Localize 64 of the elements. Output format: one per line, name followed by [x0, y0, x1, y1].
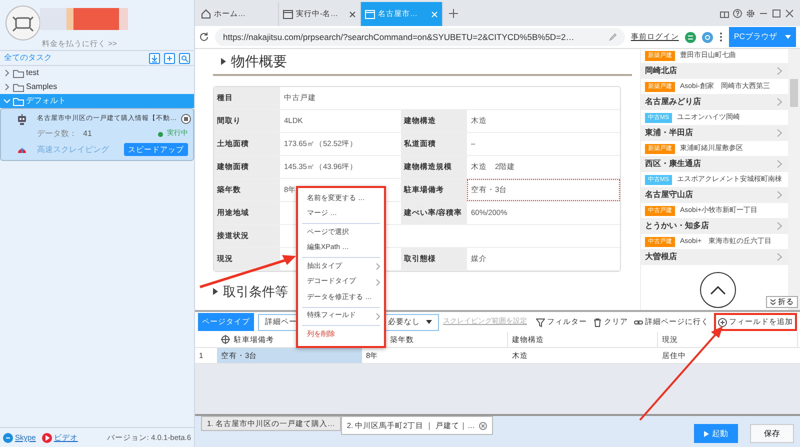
close-icon[interactable] [349, 10, 356, 18]
caret-icon [426, 320, 432, 324]
extension-icon[interactable] [702, 32, 713, 42]
section-heading: 取引条件等 [223, 283, 288, 301]
chevron-right-icon[interactable] [777, 222, 782, 230]
expanded-chevron-icon[interactable] [3, 97, 11, 105]
add-icon [718, 318, 727, 326]
close-circle-icon[interactable] [479, 422, 488, 430]
folder-row[interactable]: Samples [0, 80, 194, 94]
section-heading: 物件概要 [231, 52, 287, 71]
import-icon[interactable] [149, 52, 160, 64]
settings-icon[interactable] [746, 8, 755, 18]
crosshair-icon [221, 335, 230, 344]
submenu-chevron-icon [376, 263, 380, 270]
folder-row[interactable]: test [0, 66, 194, 80]
maximize-icon[interactable] [772, 8, 781, 18]
stop-icon[interactable] [180, 114, 190, 124]
new-task-icon[interactable] [164, 52, 175, 64]
page-icon [283, 10, 293, 18]
page-icon [365, 10, 375, 18]
video-icon [42, 432, 52, 442]
close-icon[interactable] [785, 8, 794, 18]
robot-icon [16, 113, 28, 125]
chevron-right-icon[interactable] [777, 160, 782, 168]
folder-icon [13, 82, 24, 92]
folder-icon [13, 96, 24, 106]
save-button[interactable]: 保存 [750, 424, 794, 443]
chevron-right-icon[interactable] [777, 191, 782, 199]
scrollbar-thumb[interactable] [790, 79, 798, 107]
folder-icon [13, 68, 24, 78]
play-icon [704, 430, 709, 436]
help-icon[interactable] [733, 8, 742, 18]
folder-label: Samples [26, 81, 58, 93]
status-dot-icon [158, 132, 163, 136]
robot-avatar-icon [5, 5, 41, 41]
chevron-right-icon[interactable] [777, 253, 782, 261]
chevron-right-icon[interactable] [777, 98, 782, 106]
home-icon [201, 9, 211, 19]
submenu-chevron-icon [376, 278, 380, 286]
chevron-right-icon[interactable] [777, 129, 782, 137]
data-count-link[interactable]: 41 [83, 128, 92, 140]
store-name[interactable]: 岡崎北店 [645, 65, 677, 77]
triangle-icon [213, 288, 218, 296]
search-task-icon[interactable] [179, 52, 190, 64]
triangle-icon [221, 58, 226, 65]
filter-icon [536, 318, 545, 326]
url-field[interactable]: https://nakajitsu.com/prpsearch/?searchCommand=on&SYUBETU=2&CITYCD%5B%5D=2… [215, 28, 625, 46]
double-chevron-icon [770, 299, 776, 305]
data-count-label: データ数： [37, 128, 77, 140]
reload-icon[interactable] [199, 32, 209, 42]
chevron-up-icon [710, 286, 726, 294]
more-icon[interactable] [718, 32, 723, 42]
mode-label: 高速スクレイピング [37, 144, 109, 156]
submenu-chevron-icon [376, 312, 380, 320]
extension-icon[interactable] [684, 32, 696, 42]
store-name[interactable]: 大曽根店 [645, 251, 677, 263]
edit-icon[interactable] [608, 33, 617, 41]
caret-icon [785, 35, 791, 39]
link-icon [634, 318, 643, 326]
chevron-right-icon[interactable] [777, 67, 782, 75]
folder-label: test [26, 67, 39, 79]
new-tab-icon[interactable] [449, 9, 458, 18]
trash-icon [593, 318, 602, 326]
folder-label: デフォルト [26, 95, 66, 107]
